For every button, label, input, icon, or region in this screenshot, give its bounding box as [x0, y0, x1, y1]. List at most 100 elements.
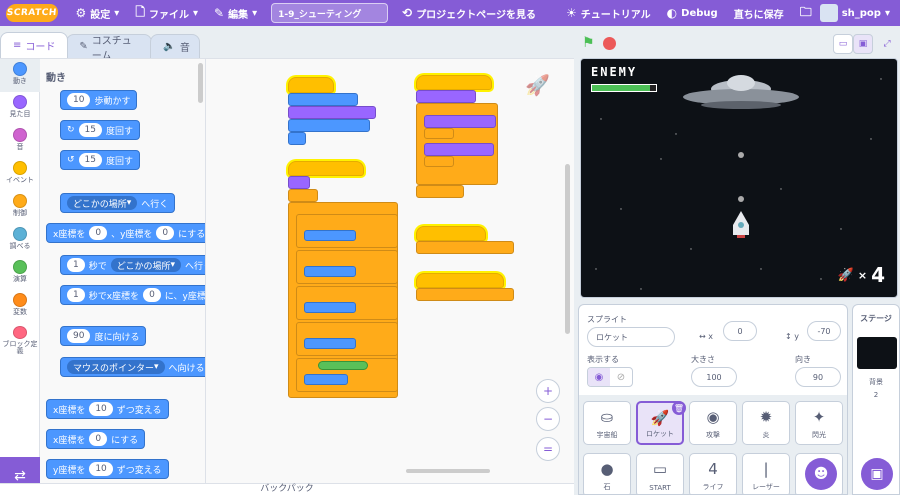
point-direction-block[interactable]: 90 度に向ける	[60, 326, 147, 346]
sprite-tile[interactable]: ⛀ 宇宙船	[583, 401, 631, 445]
choose-sprite-button[interactable]: ☻	[805, 458, 837, 490]
my-stuff-button[interactable]: 🗀	[792, 0, 820, 26]
glide-xy-block[interactable]: 1秒でx座標を0に、y座標を	[60, 285, 205, 305]
script-operator[interactable]	[318, 361, 368, 370]
save-now-button[interactable]: 直ちに保存	[726, 0, 792, 26]
sprite-tile[interactable]: | レーザー	[742, 453, 790, 494]
show-visible-button[interactable]: ◉	[588, 368, 610, 386]
sprite-name-input[interactable]: ロケット	[587, 327, 675, 347]
script-block[interactable]	[304, 374, 348, 385]
category-4[interactable]: 制御	[0, 191, 40, 224]
stop-icon[interactable]	[602, 36, 616, 50]
zoom-in-button[interactable]: +	[536, 379, 560, 403]
goto-y-input[interactable]: 0	[156, 226, 175, 240]
sprite-tile[interactable]: ✦ 閃光	[795, 401, 843, 445]
goto-block[interactable]: どこかの場所 ▾ へ行く	[60, 193, 176, 213]
set-x-block[interactable]: x座標を 0 にする	[46, 429, 146, 449]
category-5[interactable]: 調べる	[0, 224, 40, 257]
large-stage-button[interactable]: ▣	[853, 34, 873, 54]
delete-sprite-button[interactable]: 🗑	[672, 401, 686, 415]
script-block[interactable]	[288, 119, 370, 132]
script-hat-block[interactable]	[416, 75, 492, 90]
turn-left-block[interactable]: ↺ 15 度回す	[60, 150, 141, 170]
category-2[interactable]: 音	[0, 125, 40, 158]
small-stage-button[interactable]: ▭	[833, 34, 853, 54]
point-towards-block[interactable]: マウスのポインター ▾ へ向ける	[60, 357, 205, 377]
category-8[interactable]: ブロック定義	[0, 323, 40, 356]
sprite-tile[interactable]: 4 ライフ	[689, 453, 737, 494]
account-menu[interactable]: sh_pop ▾	[819, 4, 900, 22]
debug-button[interactable]: ◐ Debug	[659, 0, 726, 26]
project-page-button[interactable]: ⟲ プロジェクトページを見る	[394, 0, 544, 26]
zoom-reset-button[interactable]: =	[536, 437, 560, 461]
category-1[interactable]: 見た目	[0, 92, 40, 125]
edit-menu[interactable]: ✎ 編集 ▾	[206, 0, 265, 26]
category-0[interactable]: 動き	[0, 59, 40, 92]
sprite-tile[interactable]: ◉ 攻撃	[689, 401, 737, 445]
script-block[interactable]	[416, 288, 514, 301]
script-hat-block[interactable]	[416, 226, 486, 241]
direction-input[interactable]: 90	[795, 367, 841, 387]
project-title-input[interactable]: 1-9_シューティング	[271, 3, 389, 23]
script-block[interactable]	[424, 128, 454, 139]
tutorial-button[interactable]: ☀ チュートリアル	[558, 0, 659, 26]
turn-left-input[interactable]: 15	[78, 153, 102, 167]
script-block[interactable]	[424, 156, 454, 167]
change-x-input[interactable]: 10	[89, 402, 113, 416]
category-3[interactable]: イベント	[0, 158, 40, 191]
script-block[interactable]	[288, 189, 318, 202]
change-y-input[interactable]: 10	[89, 462, 113, 476]
size-input[interactable]: 100	[691, 367, 737, 387]
script-block[interactable]	[424, 115, 496, 128]
palette-scrollbar[interactable]	[198, 63, 203, 103]
change-x-block[interactable]: x座標を 10 ずつ変える	[46, 399, 169, 419]
script-block[interactable]	[288, 106, 376, 119]
script-block[interactable]	[424, 143, 494, 156]
sprite-tile[interactable]: 🚀 ロケット 🗑	[636, 401, 686, 445]
script-block[interactable]	[416, 90, 476, 103]
script-green-flag-hat[interactable]	[288, 77, 334, 93]
sprite-y-input[interactable]: -70	[807, 321, 841, 341]
workspace-horizontal-scrollbar[interactable]	[406, 469, 490, 473]
script-hat-block[interactable]	[288, 161, 364, 176]
change-y-block[interactable]: y座標を 10 ずつ変える	[46, 459, 169, 479]
choose-backdrop-button[interactable]: ▣	[861, 458, 893, 490]
script-block[interactable]	[304, 302, 356, 313]
script-block[interactable]	[304, 338, 356, 349]
green-flag-icon[interactable]: ⚑	[582, 35, 595, 51]
script-block[interactable]	[304, 230, 356, 241]
backdrop-thumbnail[interactable]	[857, 337, 897, 369]
fullscreen-button[interactable]: ⤢	[877, 34, 897, 54]
file-menu[interactable]: 🗋 ファイル ▾	[127, 0, 206, 26]
script-block[interactable]	[416, 241, 514, 254]
glide-dropdown[interactable]: どこかの場所 ▾	[110, 258, 182, 272]
point-direction-input[interactable]: 90	[67, 329, 91, 343]
move-steps-input[interactable]: 10	[67, 93, 91, 107]
show-hidden-button[interactable]: ⊘	[610, 368, 632, 386]
tab-sounds[interactable]: 🔈 音	[150, 34, 201, 58]
goto-x-input[interactable]: 0	[89, 226, 108, 240]
category-7[interactable]: 変数	[0, 290, 40, 323]
settings-menu[interactable]: ⚙ 設定 ▾	[68, 0, 128, 26]
script-block[interactable]	[288, 132, 306, 145]
glide-secs-input[interactable]: 1	[67, 258, 85, 272]
tab-costumes[interactable]: ✎ コスチューム	[66, 34, 153, 62]
code-workspace[interactable]: 🚀 + − =	[206, 58, 574, 483]
workspace-vertical-scrollbar[interactable]	[565, 164, 570, 334]
sprite-tile[interactable]: ✹ 炎	[742, 401, 790, 445]
script-block[interactable]	[416, 185, 464, 198]
backpack[interactable]: バックパック	[0, 483, 574, 495]
sprite-tile[interactable]: ● 石	[583, 453, 631, 494]
turn-right-input[interactable]: 15	[78, 123, 102, 137]
set-x-input[interactable]: 0	[89, 432, 108, 446]
script-block[interactable]	[304, 266, 356, 277]
glide-xy-secs-input[interactable]: 1	[67, 288, 85, 302]
zoom-out-button[interactable]: −	[536, 407, 560, 431]
script-block[interactable]	[288, 176, 310, 189]
category-6[interactable]: 演算	[0, 257, 40, 290]
glide-block[interactable]: 1秒でどこかの場所 ▾へ行く	[60, 255, 205, 275]
scratch-logo[interactable]: SCRATCH	[5, 4, 59, 22]
script-hat-block[interactable]	[416, 273, 504, 288]
turn-right-block[interactable]: ↻ 15 度回す	[60, 120, 141, 140]
script-block[interactable]	[288, 93, 358, 106]
